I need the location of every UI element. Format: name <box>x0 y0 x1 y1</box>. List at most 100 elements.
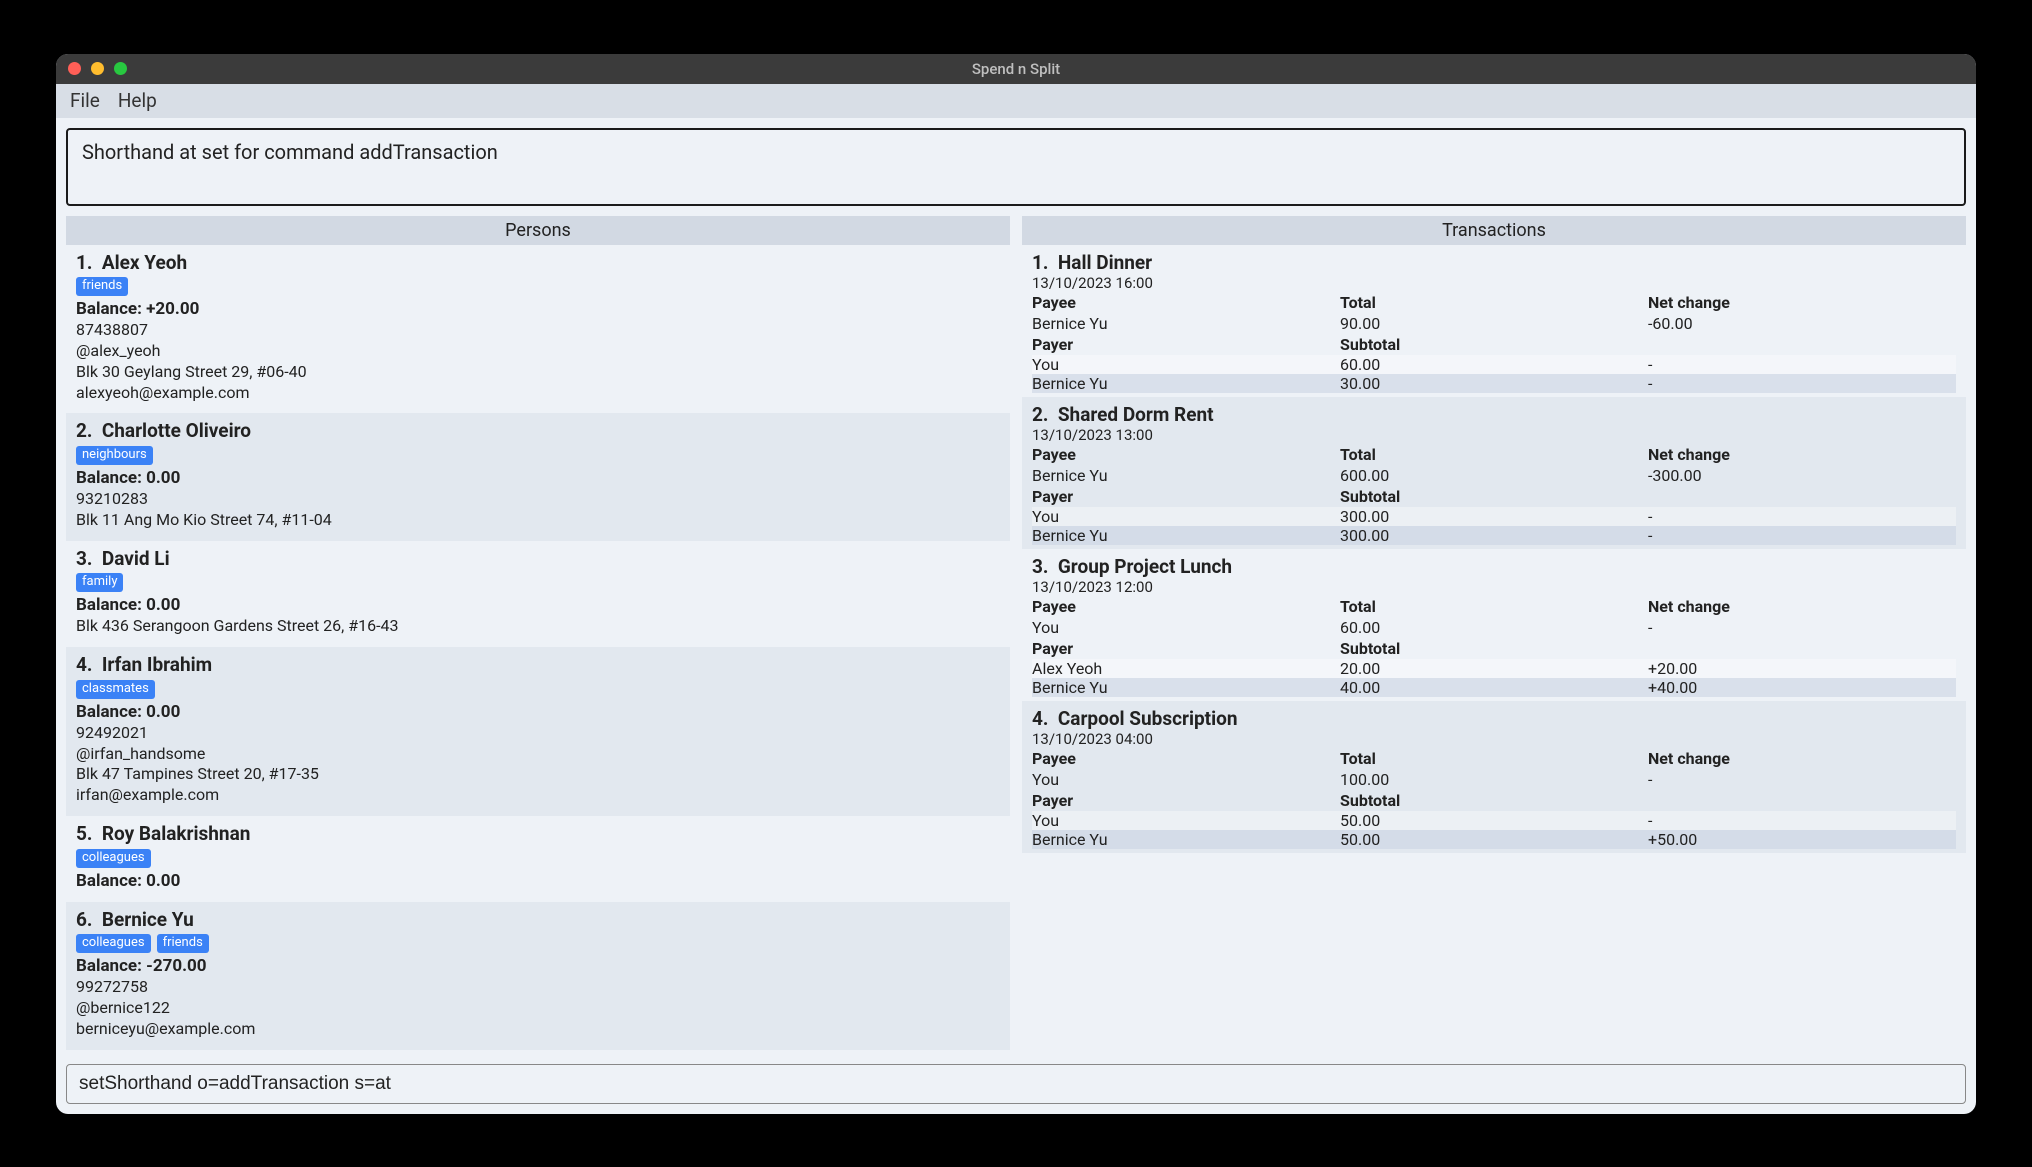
payee-total: 60.00 <box>1340 617 1648 638</box>
person-item[interactable]: 2. Charlotte Oliveiro neighbours Balance: … <box>66 413 1010 540</box>
label-net-change: Net change <box>1648 444 1956 465</box>
person-item[interactable]: 4. Irfan IbrahimclassmatesBalance: 0.009… <box>66 647 1010 816</box>
label-payee: Payee <box>1032 292 1340 313</box>
content-area: Shorthand at set for command addTransact… <box>56 118 1976 1114</box>
person-tags: classmates <box>76 680 1000 699</box>
label-total: Total <box>1340 596 1648 617</box>
transaction-payer-header: PayerSubtotal <box>1032 790 1956 811</box>
payer-subtotal: 50.00 <box>1340 830 1648 849</box>
close-window-button[interactable] <box>68 62 81 75</box>
payer-net: - <box>1648 811 1956 830</box>
person-balance: Balance: -270.00 <box>76 955 1000 977</box>
persons-list[interactable]: 1. Alex YeohfriendsBalance: +20.00874388… <box>66 245 1010 1054</box>
menu-file[interactable]: File <box>70 89 100 112</box>
menu-help[interactable]: Help <box>118 89 157 112</box>
payer-subtotal: 300.00 <box>1340 507 1648 526</box>
transaction-payer-row: You60.00- <box>1032 355 1956 374</box>
payee-total: 600.00 <box>1340 465 1648 486</box>
payer-name: You <box>1032 507 1340 526</box>
payer-net: +50.00 <box>1648 830 1956 849</box>
person-balance: Balance: 0.00 <box>76 467 1000 489</box>
transaction-date: 13/10/2023 16:00 <box>1032 274 1956 292</box>
payer-name: Alex Yeoh <box>1032 659 1340 678</box>
label-subtotal: Subtotal <box>1340 790 1648 811</box>
tag: colleagues <box>76 934 151 953</box>
label-total: Total <box>1340 444 1648 465</box>
transaction-item[interactable]: 3. Group Project Lunch13/10/2023 12:00Pa… <box>1022 549 1966 701</box>
payee-name: You <box>1032 769 1340 790</box>
person-item[interactable]: 3. David LifamilyBalance: 0.00Blk 436 Se… <box>66 541 1010 647</box>
command-input[interactable] <box>66 1064 1966 1104</box>
person-balance: Balance: +20.00 <box>76 298 1000 320</box>
transaction-payee-header: PayeeTotalNet change <box>1032 748 1956 769</box>
label-net-change: Net change <box>1648 748 1956 769</box>
transaction-payee-row: You60.00- <box>1032 617 1956 638</box>
label-subtotal: Subtotal <box>1340 486 1648 507</box>
payer-subtotal: 40.00 <box>1340 678 1648 697</box>
person-address: Blk 47 Tampines Street 20, #17-35 <box>76 764 1000 785</box>
transaction-item[interactable]: 1. Hall Dinner13/10/2023 16:00PayeeTotal… <box>1022 245 1966 397</box>
payer-net: - <box>1648 355 1956 374</box>
payer-subtotal: 30.00 <box>1340 374 1648 393</box>
transaction-item[interactable]: 2. Shared Dorm Rent13/10/2023 13:00Payee… <box>1022 397 1966 549</box>
payee-net: -60.00 <box>1648 313 1956 334</box>
payer-subtotal: 20.00 <box>1340 659 1648 678</box>
payer-name: You <box>1032 355 1340 374</box>
label-subtotal: Subtotal <box>1340 334 1648 355</box>
label-payer: Payer <box>1032 790 1340 811</box>
label-payer: Payer <box>1032 486 1340 507</box>
result-display: Shorthand at set for command addTransact… <box>66 128 1966 206</box>
person-title: 1. Alex Yeoh <box>76 251 1000 276</box>
payer-name: You <box>1032 811 1340 830</box>
person-address: Blk 436 Serangoon Gardens Street 26, #16… <box>76 616 1000 637</box>
person-handle: @alex_yeoh <box>76 341 1000 362</box>
persons-panel: Persons 1. Alex Yeohfriends Balance: +20.… <box>66 216 1010 1054</box>
transaction-payee-row: Bernice Yu90.00-60.00 <box>1032 313 1956 334</box>
person-title: 3. David Li <box>76 547 1000 572</box>
maximize-window-button[interactable] <box>114 62 127 75</box>
person-balance: Balance: 0.00 <box>76 870 1000 892</box>
person-item[interactable]: 5. Roy BalakrishnancolleaguesBalance: 0.… <box>66 816 1010 902</box>
payer-net: - <box>1648 526 1956 545</box>
traffic-lights <box>68 62 127 75</box>
transaction-title: 4. Carpool Subscription <box>1032 707 1956 730</box>
person-tags: colleaguesfriends <box>76 934 1000 953</box>
transaction-date: 13/10/2023 13:00 <box>1032 426 1956 444</box>
label-net-change: Net change <box>1648 292 1956 313</box>
panels: Persons 1. Alex Yeohfriends Balance: +20.… <box>66 216 1966 1054</box>
payer-subtotal: 50.00 <box>1340 811 1648 830</box>
persons-header: Persons <box>66 216 1010 245</box>
transaction-payer-header: PayerSubtotal <box>1032 334 1956 355</box>
person-item[interactable]: 1. Alex YeohfriendsBalance: +20.00874388… <box>66 245 1010 414</box>
person-title: 4. Irfan Ibrahim <box>76 653 1000 678</box>
payer-subtotal: 300.00 <box>1340 526 1648 545</box>
person-tags: neighbours <box>76 446 1000 465</box>
tag: friends <box>76 277 128 296</box>
transaction-item[interactable]: 4. Carpool Subscription13/10/2023 04:00P… <box>1022 701 1966 853</box>
payee-total: 90.00 <box>1340 313 1648 334</box>
label-payer: Payer <box>1032 334 1340 355</box>
payer-name: Bernice Yu <box>1032 678 1340 697</box>
payee-name: You <box>1032 617 1340 638</box>
transaction-payer-header: PayerSubtotal <box>1032 486 1956 507</box>
person-item[interactable]: 6. Bernice YucolleaguesfriendsBalance: -… <box>66 902 1010 1050</box>
payee-net: -300.00 <box>1648 465 1956 486</box>
transaction-payee-row: Bernice Yu600.00-300.00 <box>1032 465 1956 486</box>
minimize-window-button[interactable] <box>91 62 104 75</box>
label-payee: Payee <box>1032 444 1340 465</box>
person-email: irfan@example.com <box>76 785 1000 806</box>
titlebar: Spend n Split <box>56 54 1976 84</box>
payer-net: - <box>1648 507 1956 526</box>
transaction-title: 2. Shared Dorm Rent <box>1032 403 1956 426</box>
window-title: Spend n Split <box>972 60 1060 78</box>
person-tags: family <box>76 573 1000 592</box>
transaction-title: 3. Group Project Lunch <box>1032 555 1956 578</box>
label-total: Total <box>1340 748 1648 769</box>
person-address: Blk 11 Ang Mo Kio Street 74, #11-04 <box>76 510 1000 531</box>
person-title: 2. Charlotte Oliveiro <box>76 419 1000 444</box>
transaction-payer-header: PayerSubtotal <box>1032 638 1956 659</box>
label-payee: Payee <box>1032 748 1340 769</box>
tag: classmates <box>76 680 155 699</box>
transactions-list[interactable]: 1. Hall Dinner13/10/2023 16:00PayeeTotal… <box>1022 245 1966 1054</box>
menubar: File Help <box>56 84 1976 118</box>
